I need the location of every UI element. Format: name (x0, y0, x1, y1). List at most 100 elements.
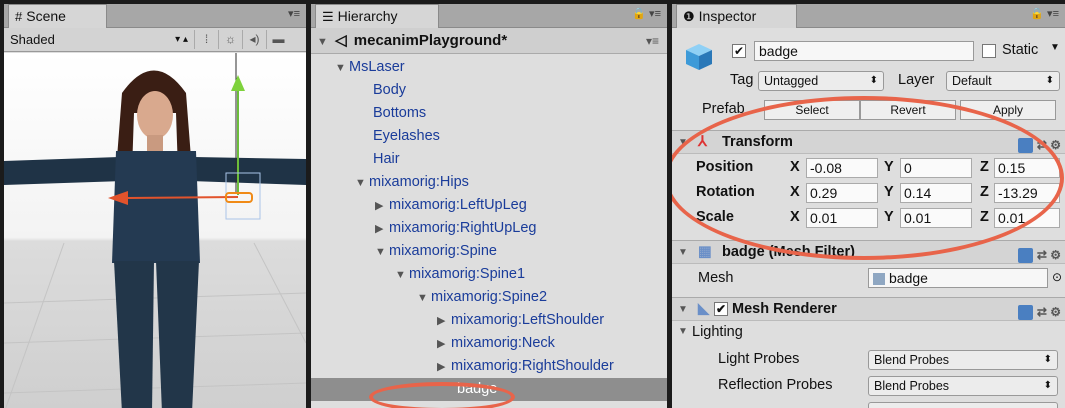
rotation-label: Rotation (696, 184, 755, 200)
collapsed-triangle-icon[interactable]: ▶ (375, 195, 389, 218)
position-x-field[interactable]: -0.08 (806, 158, 878, 178)
list-item[interactable]: ▼ mixamorig:Spine (311, 240, 667, 263)
reflection-probes-label: Reflection Probes (718, 377, 833, 393)
scene-menu-icon[interactable]: ▾≡ (646, 28, 659, 54)
rotation-x-field[interactable]: 0.29 (806, 183, 878, 203)
collapsed-triangle-icon[interactable]: ▶ (437, 356, 451, 379)
tag-dropdown[interactable]: Untagged ⬍ (758, 71, 884, 91)
layer-dropdown[interactable]: Default ⬍ (946, 71, 1060, 91)
component-icons: ⇄ ⚙ (1017, 301, 1061, 324)
tab-hierarchy[interactable]: ☰ Hierarchy (315, 4, 439, 28)
tab-scene[interactable]: # Scene (8, 4, 107, 28)
mesh-renderer-header[interactable]: ▼ ◣ ✔ Mesh Renderer ⇄ ⚙ (672, 297, 1065, 321)
mesh-renderer-title: Mesh Renderer (732, 301, 837, 317)
audio-icon[interactable]: ◂) (242, 30, 266, 49)
list-item[interactable]: ▼ mixamorig:Hips (311, 171, 667, 194)
inspector-panel: ❶ Inspector 🔒 ▾≡ ✔ badge Static ▼ Tag Unt… (672, 4, 1065, 408)
expand-triangle-icon[interactable]: ▼ (678, 241, 688, 264)
expand-triangle-icon[interactable]: ▼ (375, 241, 389, 264)
list-item[interactable]: ▶ mixamorig:LeftShoulder (311, 309, 667, 332)
scale-y-field[interactable]: 0.01 (900, 208, 972, 228)
expand-triangle-icon[interactable]: ▼ (395, 264, 409, 287)
tab-inspector[interactable]: ❶ Inspector (676, 4, 798, 28)
shading-mode-dropdown[interactable]: Shaded ▾ ▴ (6, 30, 192, 49)
position-y-field[interactable]: 0 (900, 158, 972, 178)
lock-icon[interactable]: 🔒 ▾≡ (1030, 7, 1059, 20)
help-icon[interactable] (1017, 248, 1033, 264)
gizmo-y-arrow-icon[interactable] (231, 75, 245, 91)
panel-menu-icon[interactable]: ▾≡ (288, 7, 300, 20)
mesh-filter-icon: ▦ (698, 244, 712, 260)
light-icon[interactable]: ☼ (218, 30, 242, 49)
preset-icon[interactable]: ⇄ (1037, 305, 1047, 319)
static-dropdown-icon[interactable]: ▼ (1050, 42, 1060, 53)
tag-label: Tag (730, 72, 754, 88)
list-item[interactable]: Bottoms (311, 102, 667, 125)
scene-tab-label: Scene (26, 8, 66, 24)
mesh-renderer-enabled-checkbox[interactable]: ✔ (714, 302, 728, 316)
list-item-selected[interactable]: badge (311, 378, 667, 401)
scale-x-field[interactable]: 0.01 (806, 208, 878, 228)
expand-triangle-icon[interactable]: ▼ (355, 172, 369, 195)
mesh-filter-header[interactable]: ▼ ▦ badge (Mesh Filter) ⇄ ⚙ (672, 240, 1065, 264)
prefab-select-button[interactable]: Select (764, 100, 860, 120)
scene-root-row[interactable]: ▼ ◁ mecanimPlayground* ▾≡ (311, 28, 667, 54)
reflection-probes-dropdown[interactable]: Blend Probes ⬍ (868, 376, 1058, 396)
list-item-label: mixamorig:RightShoulder (451, 358, 614, 374)
position-z-field[interactable]: 0.15 (994, 158, 1060, 178)
list-item[interactable]: ▼ mixamorig:Spine2 (311, 286, 667, 309)
list-item[interactable]: ▶ mixamorig:Neck (311, 332, 667, 355)
lock-icon[interactable]: 🔒 ▾≡ (632, 7, 661, 20)
list-item[interactable]: Body (311, 79, 667, 102)
list-item-label: mixamorig:RightUpLeg (389, 220, 537, 236)
active-checkbox[interactable]: ✔ (732, 44, 746, 58)
expand-triangle-icon[interactable]: ▼ (678, 326, 688, 337)
expand-triangle-icon[interactable]: ▼ (335, 57, 349, 80)
static-checkbox[interactable] (982, 44, 996, 58)
rotation-z-field[interactable]: -13.29 (994, 183, 1060, 203)
z-axis-label: Z (980, 184, 989, 200)
list-item-label: Body (373, 82, 407, 98)
tag-value: Untagged (764, 74, 819, 88)
dropdown-arrow-icon: ⬍ (1043, 354, 1052, 365)
scene-viewport[interactable] (4, 53, 306, 408)
object-name-field[interactable]: badge (754, 41, 974, 61)
expand-triangle-icon[interactable]: ▼ (417, 287, 431, 310)
expand-triangle-icon[interactable]: ▼ (678, 298, 688, 321)
expand-triangle-icon[interactable]: ▼ (678, 131, 688, 154)
mesh-field[interactable]: badge (868, 268, 1048, 288)
gear-icon[interactable]: ⚙ (1050, 305, 1061, 319)
collapsed-triangle-icon[interactable]: ▶ (375, 218, 389, 241)
collapsed-triangle-icon[interactable]: ▶ (437, 333, 451, 356)
position-row: Position X -0.08 Y 0 Z 0.15 (672, 156, 1065, 180)
list-item[interactable]: ▼ mixamorig:Spine1 (311, 263, 667, 286)
position-z-value: 0.15 (998, 160, 1026, 176)
prefab-apply-button[interactable]: Apply (960, 100, 1056, 120)
object-picker-icon[interactable]: ⊙ (1052, 270, 1062, 284)
help-icon[interactable] (1017, 138, 1033, 154)
expand-triangle-icon[interactable]: ▼ (317, 36, 328, 48)
help-icon[interactable] (1017, 305, 1033, 321)
preset-icon[interactable]: ⇄ (1037, 138, 1047, 152)
list-item[interactable]: Hair (311, 148, 667, 171)
scale-z-field[interactable]: 0.01 (994, 208, 1060, 228)
light-probes-dropdown[interactable]: Blend Probes ⬍ (868, 350, 1058, 370)
collapsed-triangle-icon[interactable]: ▶ (437, 310, 451, 333)
gear-icon[interactable]: ⚙ (1050, 248, 1061, 262)
list-item[interactable]: ▶ mixamorig:RightUpLeg (311, 217, 667, 240)
rotation-y-value: 0.14 (904, 185, 932, 201)
list-item[interactable]: ▼ MsLaser (311, 56, 667, 79)
gear-icon[interactable]: ⚙ (1050, 138, 1061, 152)
neck (147, 135, 163, 151)
prefab-revert-button[interactable]: Revert (860, 100, 956, 120)
list-item[interactable]: ▶ mixamorig:LeftUpLeg (311, 194, 667, 217)
2d-toggle-icon[interactable]: ⁞ (194, 30, 218, 49)
preset-icon[interactable]: ⇄ (1037, 248, 1047, 262)
list-item[interactable]: ▶ mixamorig:RightShoulder (311, 355, 667, 378)
transform-header[interactable]: ▼ ⅄ Transform ⇄ ⚙ (672, 130, 1065, 154)
list-item-label: mixamorig:Spine2 (431, 289, 548, 305)
rotation-y-field[interactable]: 0.14 (900, 183, 972, 203)
list-item[interactable]: Eyelashes (311, 125, 667, 148)
anchor-override-field[interactable] (868, 402, 1058, 408)
image-effects-icon[interactable]: ▬ (266, 30, 290, 49)
